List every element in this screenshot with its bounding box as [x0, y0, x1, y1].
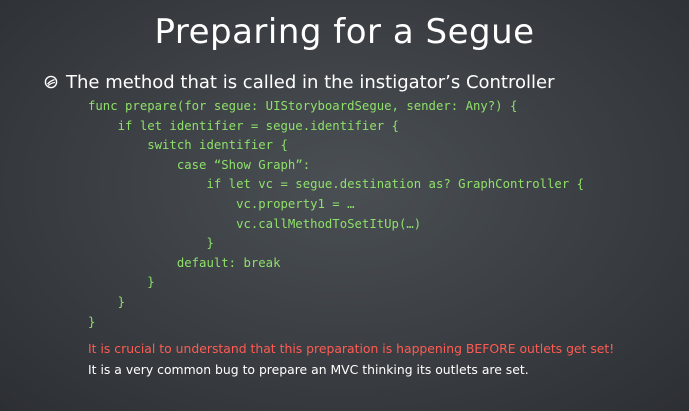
- code-line: if let identifier = segue.identifier {: [88, 118, 399, 133]
- code-line: vc.callMethodToSetItUp(…): [88, 216, 422, 231]
- code-line: case “Show Graph”:: [88, 157, 311, 172]
- bullet-text: The method that is called in the instiga…: [66, 72, 555, 93]
- code-line: }: [88, 294, 126, 309]
- bullet-swirl-icon: [44, 75, 58, 89]
- warning-note: It is crucial to understand that this pr…: [88, 341, 615, 356]
- code-line: func prepare(for segue: UIStoryboardSegu…: [88, 99, 518, 113]
- code-line: }: [88, 275, 155, 290]
- slide: Preparing for a Segue The method that is…: [0, 0, 689, 411]
- bullet-point: The method that is called in the instiga…: [44, 72, 555, 93]
- slide-title: Preparing for a Segue: [154, 12, 535, 52]
- code-line: if let vc = segue.destination as? GraphC…: [88, 177, 585, 192]
- code-line: default: break: [88, 255, 281, 270]
- bug-note: It is a very common bug to prepare an MV…: [88, 362, 529, 377]
- code-block: func prepare(for segue: UIStoryboardSegu…: [88, 97, 584, 332]
- code-line: }: [88, 236, 214, 251]
- code-line: }: [88, 314, 96, 329]
- code-line: vc.property1 = …: [88, 196, 355, 211]
- code-line: switch identifier {: [88, 138, 288, 153]
